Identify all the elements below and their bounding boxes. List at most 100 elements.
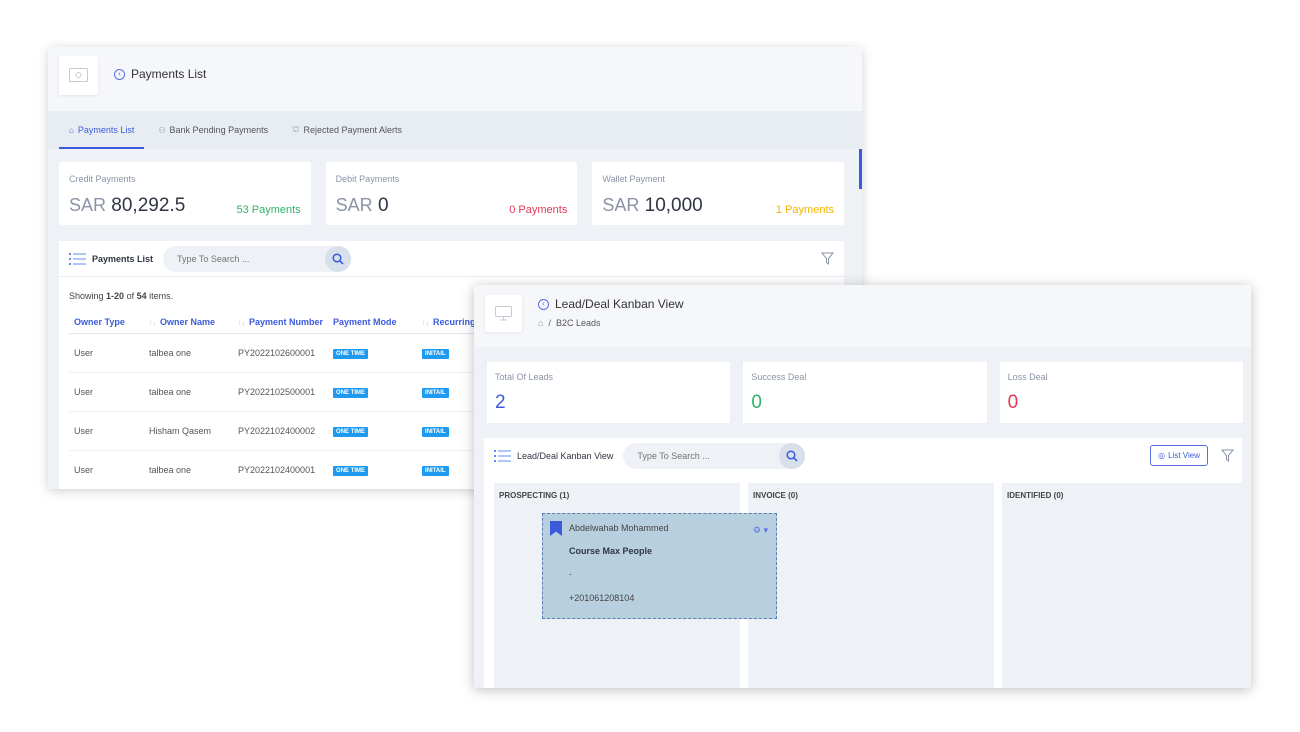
showing-of: of (126, 291, 135, 301)
search-button[interactable] (325, 245, 352, 272)
cell-recurring: INITAIL (417, 333, 481, 373)
search-icon (332, 252, 344, 265)
cell-payment-number: PY2022102600001 (233, 333, 329, 373)
board-title: Lead/Deal Kanban View (517, 451, 614, 461)
stat-count: 0 Payments (509, 204, 568, 216)
payment-stats: Credit Payments SAR 80,292.5 53 Payments… (59, 162, 845, 225)
column-title: PROSPECTING (1) (499, 491, 570, 500)
stat-amount: SAR 10,000 (602, 195, 702, 217)
page-title: ‹ Lead/Deal Kanban View (538, 297, 684, 311)
tab-label: Rejected Payment Alerts (303, 125, 403, 135)
table-row[interactable]: User talbea one PY2022102600001 ONE TIME… (69, 333, 481, 373)
sort-icon: ↑↓ (238, 320, 245, 327)
stat-value: 2 (495, 392, 506, 413)
cell-owner-name: Hisham Qasem (144, 411, 233, 451)
deal-card[interactable]: Abdelwahab Mohammed ⚙ ▾ Course Max Peopl… (542, 513, 777, 619)
column-header-payment-mode[interactable]: Payment Mode (328, 311, 418, 334)
cell-recurring: INITAIL (417, 450, 481, 489)
showing-suffix: items. (149, 291, 174, 301)
page-logo (59, 56, 98, 95)
currency: SAR (69, 195, 107, 215)
tab-label: Payments List (77, 125, 135, 135)
column-header-owner-type[interactable]: Owner Type (69, 311, 144, 334)
showing-total: 54 (136, 291, 147, 301)
filter-icon[interactable] (1221, 449, 1234, 462)
cell-recurring: INITAIL (417, 372, 481, 412)
search-button[interactable] (779, 443, 806, 469)
table-row[interactable]: User Hisham Qasem PY2022102400002 ONE TI… (69, 411, 481, 451)
tab-payments-list[interactable]: ⌂ Payments List (59, 111, 145, 149)
recurring-badge: INITAIL (422, 466, 449, 476)
cell-recurring: INITAIL (417, 411, 481, 451)
recurring-badge: INITAIL (422, 388, 449, 398)
search-input[interactable] (175, 252, 316, 265)
list-view-label: List View (1168, 451, 1200, 460)
cell-owner-name: talbea one (144, 372, 233, 412)
filter-icon[interactable] (821, 252, 834, 265)
cell-payment-mode: ONE TIME (328, 372, 418, 412)
kanban-header: ‹ Lead/Deal Kanban View ⌂ / B2C Leads (474, 285, 1251, 347)
column-identified[interactable]: IDENTIFIED (0) (1002, 483, 1248, 688)
amount-value: 0 (377, 195, 389, 216)
stat-label: Wallet Payment (602, 174, 666, 184)
bookmark-icon (550, 521, 562, 536)
cell-payment-number: PY2022102400001 (233, 450, 329, 489)
search-input[interactable] (635, 450, 776, 462)
home-icon[interactable]: ⌂ (538, 318, 543, 328)
mode-badge: ONE TIME (333, 388, 369, 398)
lead-stats: Total Of Leads 2 Success Deal 0 Loss Dea… (487, 362, 1243, 423)
table-row[interactable]: User talbea one PY2022102500001 ONE TIME… (69, 372, 481, 412)
breadcrumb-item[interactable]: B2C Leads (556, 318, 601, 328)
table-header-row: Owner Type ↑↓ Owner Name ↑↓ Payment Number… (69, 311, 481, 334)
cell-owner-type: User (69, 372, 144, 412)
cell-payment-mode: ONE TIME (328, 411, 418, 451)
mode-badge: ONE TIME (333, 349, 369, 359)
monitor-icon (495, 306, 512, 321)
search-box (163, 245, 352, 272)
stat-amount: SAR 0 (336, 195, 389, 217)
table-row[interactable]: User talbea one PY2022102400001 ONE TIME… (69, 450, 481, 489)
page-header: ‹ Payments List (48, 47, 862, 111)
tab-label: Bank Pending Payments (169, 125, 269, 135)
showing-range: 1-20 (106, 291, 125, 301)
column-header-owner-name[interactable]: ↑↓ Owner Name (144, 311, 233, 334)
stat-credit-payments: Credit Payments SAR 80,292.5 53 Payments (59, 162, 311, 225)
kanban-window: ‹ Lead/Deal Kanban View ⌂ / B2C Leads To… (474, 285, 1251, 688)
cell-owner-type: User (69, 450, 144, 489)
column-invoice[interactable]: INVOICE (0) (748, 483, 994, 688)
stat-label: Credit Payments (69, 174, 136, 184)
stat-amount: SAR 80,292.5 (69, 195, 185, 217)
stat-count: 53 Payments (236, 204, 301, 216)
column-title: IDENTIFIED (0) (1007, 491, 1064, 500)
currency: SAR (335, 195, 373, 215)
amount-value: 80,292.5 (111, 195, 186, 216)
page-title-text: Lead/Deal Kanban View (555, 297, 684, 311)
search-icon (786, 450, 798, 462)
page-title-text: Payments List (131, 67, 207, 81)
stat-success-deal: Success Deal 0 (743, 362, 987, 423)
back-icon[interactable]: ‹ (114, 68, 125, 80)
eye-icon: ◎ (1158, 451, 1166, 460)
settings-dropdown-icon[interactable]: ⚙ ▾ (753, 525, 768, 536)
cell-owner-type: User (69, 411, 144, 451)
stat-value: 0 (1007, 392, 1019, 413)
cell-payment-mode: ONE TIME (328, 450, 418, 489)
tab-bank-pending-payments[interactable]: ⚇ Bank Pending Payments (148, 111, 278, 149)
breadcrumb: ⌂ / B2C Leads (538, 318, 600, 328)
mode-badge: ONE TIME (333, 466, 369, 476)
list-toolbar: Payments List (59, 241, 844, 277)
back-icon[interactable]: ‹ (538, 298, 549, 310)
list-title: Payments List (92, 253, 154, 264)
column-title: INVOICE (0) (753, 491, 798, 500)
deal-placeholder: - (569, 569, 572, 579)
list-icon (494, 450, 511, 462)
column-header-payment-number[interactable]: ↑↓ Payment Number (233, 311, 329, 334)
column-header-recurring[interactable]: ↑↓ Recurring (417, 311, 481, 334)
list-icon (69, 252, 86, 265)
tab-rejected-payment-alerts[interactable]: ⛫ Rejected Payment Alerts (282, 111, 412, 149)
cell-payment-number: PY2022102400002 (233, 411, 329, 451)
tab-bar: ⌂ Payments List ⚇ Bank Pending Payments … (48, 111, 862, 149)
stat-loss-deal: Loss Deal 0 (999, 362, 1243, 423)
cell-payment-mode: ONE TIME (328, 333, 418, 373)
list-view-button[interactable]: ◎ List View (1150, 445, 1208, 466)
